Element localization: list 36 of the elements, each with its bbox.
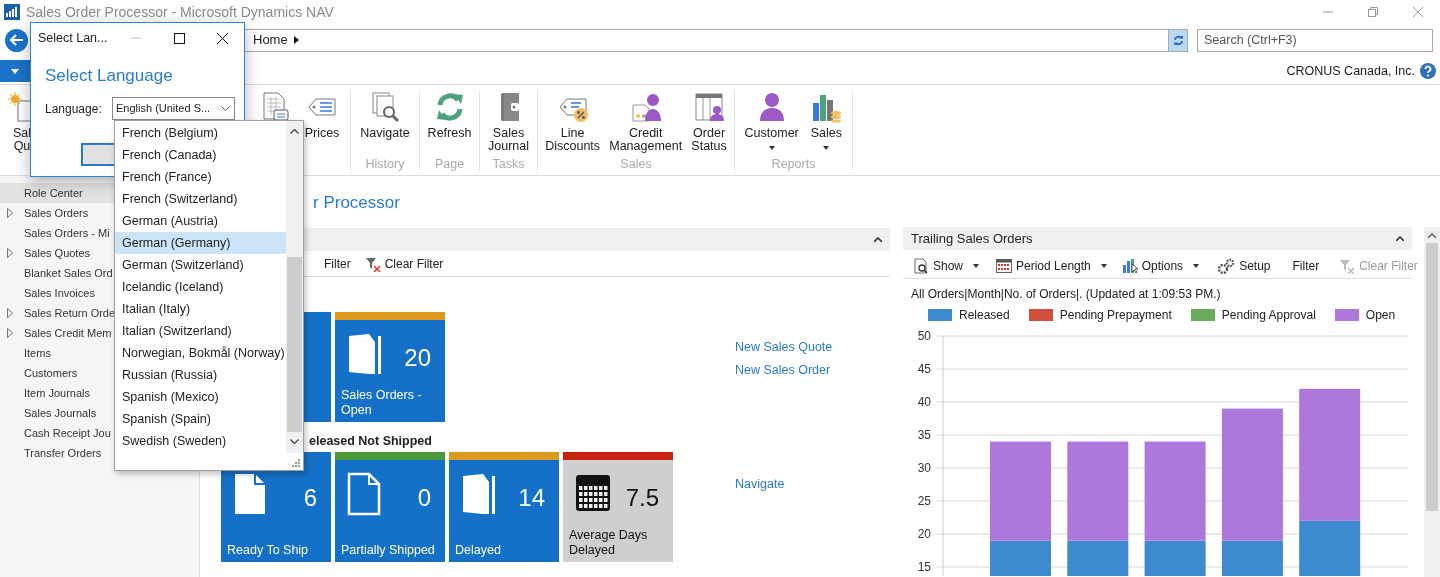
group-label: Tasks [491,156,526,171]
dialog-title: Select Lan... [38,29,109,47]
dialog-heading: Select Language [45,66,173,85]
legend-label: Pending Prepayment [1059,307,1172,324]
axis-tick-label: 30 [917,461,931,475]
axis-tick-label: 20 [917,527,931,541]
axis-tick-label: 45 [917,362,931,376]
panel-title: Trailing Sales Orders [911,229,1033,248]
tile-count: 20 [404,343,431,373]
legend-label: Released [959,307,1010,324]
group-label: History [364,156,406,171]
axis-tick-label: 35 [917,428,931,442]
legend-label: Pending Approval [1221,307,1316,324]
legend-label: Open [1365,307,1396,324]
axis-tick-label: 50 [917,329,931,343]
group-label: Sales [619,156,653,171]
tile-count: 7.5 [625,483,659,513]
group-label: Reports [770,156,817,171]
tile-label: Partially Shipped [341,543,436,558]
window-title: Sales Order Processor - Microsoft Dynamics NAV [26,2,334,22]
chart-info: All Orders|Month|No. of Orders|. (Updated at 1:09:53 PM.) [911,287,1221,301]
tile-label: Sales Orders - Open [341,388,423,418]
tile-count: 14 [518,483,545,513]
page-title: r Processor [313,193,400,212]
axis-tick-label: 25 [917,494,931,508]
tile-label: Ready To Ship [227,543,310,558]
tile-count: 0 [417,483,431,513]
section-heading: eleased Not Shipped [309,434,432,448]
tile-label: Delayed [455,543,502,558]
tile-count: 6 [303,483,317,513]
group-label: Page [433,156,466,171]
company-name: CRONUS Canada, Inc. [1286,63,1415,80]
tile-label: Average Days Delayed [569,528,649,558]
field-label: Language: [45,100,103,118]
axis-tick-label: 15 [917,560,931,574]
axis-tick-label: 40 [917,395,931,409]
